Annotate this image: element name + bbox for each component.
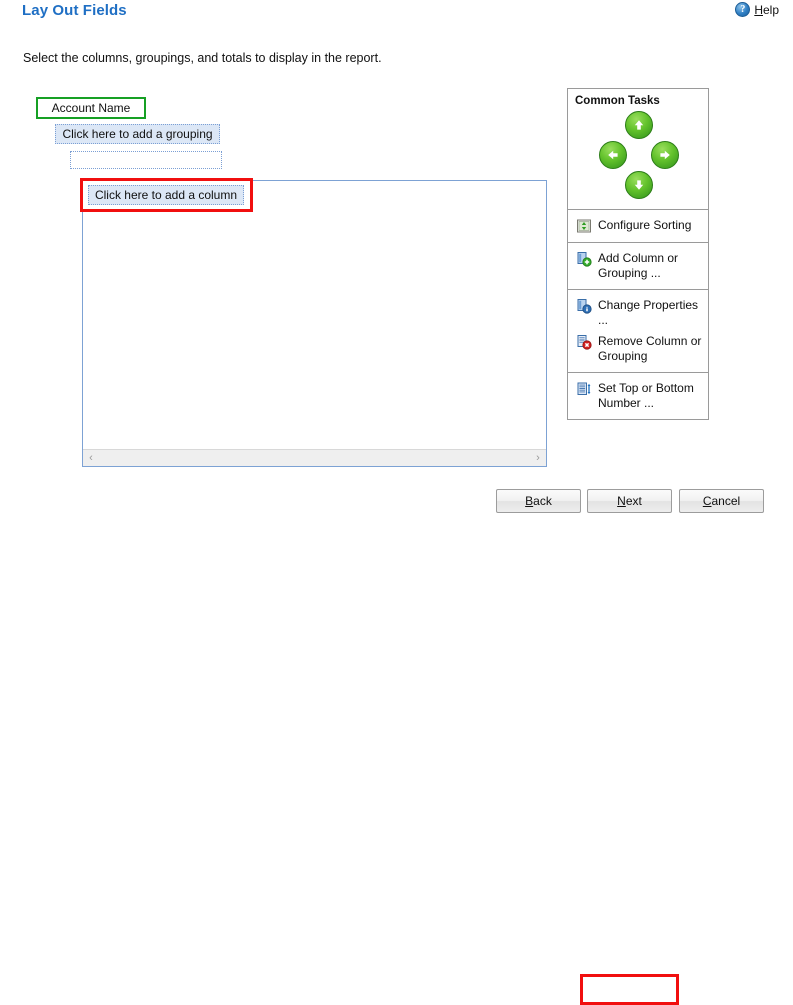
help-label-rest: elp [762,2,779,17]
task-label: Remove Column or Grouping [598,334,702,363]
properties-icon [576,298,592,314]
annotation-highlight-next-button [580,974,679,1005]
next-button[interactable]: Next [587,489,672,513]
report-body-panel: ‹ › [82,180,547,467]
help-accel-letter: H [754,2,763,17]
back-button-label: Back [525,494,552,508]
next-accel-letter: N [617,494,626,508]
task-configure-sorting[interactable]: Configure Sorting [568,215,708,237]
next-label-rest: ext [625,494,642,508]
common-tasks-panel: Common Tasks Configure Sorting Add Colum… [567,88,709,420]
remove-column-icon [576,334,592,350]
add-column-placeholder[interactable]: Click here to add a column [88,185,244,205]
move-right-button[interactable] [651,141,679,169]
task-label: Add Column or Grouping ... [598,251,679,280]
task-remove-column-or-grouping[interactable]: Remove Column or Grouping [568,331,708,367]
common-tasks-title: Common Tasks [575,95,660,107]
scroll-right-arrow-icon[interactable]: › [530,452,546,464]
back-label-rest: ack [533,494,552,508]
task-group-modify: Change Properties ... Remove Column or G… [568,289,708,372]
task-label: Change Properties ... [598,298,699,327]
sort-icon [576,218,592,234]
task-label: Set Top or Bottom Number ... [598,381,694,410]
question-mark-circle-icon: ? [735,2,751,17]
cancel-button-label: Cancel [703,494,740,508]
report-design-area: Account Name Click here to add a groupin… [0,80,560,480]
back-button[interactable]: Back [496,489,581,513]
horizontal-scrollbar[interactable]: ‹ › [83,449,546,466]
arrow-down-icon [632,178,646,192]
dialog-button-bar: Back Next Cancel [0,489,793,1005]
task-set-top-or-bottom-number[interactable]: Set Top or Bottom Number ... [568,378,708,414]
move-down-button[interactable] [625,171,653,199]
help-label: Help [754,3,779,17]
task-group-sorting: Configure Sorting [568,209,708,242]
nav-arrow-cluster [568,109,708,209]
task-add-column-or-grouping[interactable]: Add Column or Grouping ... [568,248,708,284]
task-label: Configure Sorting [598,218,692,232]
task-group-add: Add Column or Grouping ... [568,242,708,289]
field-account-name[interactable]: Account Name [36,97,146,119]
cancel-button[interactable]: Cancel [679,489,764,513]
instruction-text: Select the columns, groupings, and total… [23,51,382,65]
cancel-label-rest: ancel [711,494,741,508]
add-column-icon [576,251,592,267]
top-bottom-icon [576,381,592,397]
move-up-button[interactable] [625,111,653,139]
add-grouping-placeholder[interactable]: Click here to add a grouping [55,124,220,144]
grouping-empty-row[interactable] [70,151,222,169]
task-group-top-bottom: Set Top or Bottom Number ... [568,372,708,419]
scroll-left-arrow-icon[interactable]: ‹ [83,452,99,464]
back-accel-letter: B [525,494,534,508]
arrow-left-icon [606,148,620,162]
arrow-up-icon [632,118,646,132]
arrow-right-icon [658,148,672,162]
help-link[interactable]: ? Help [735,2,779,17]
move-left-button[interactable] [599,141,627,169]
task-change-properties[interactable]: Change Properties ... [568,295,708,331]
page-title: Lay Out Fields [22,2,127,19]
next-button-label: Next [617,494,642,508]
